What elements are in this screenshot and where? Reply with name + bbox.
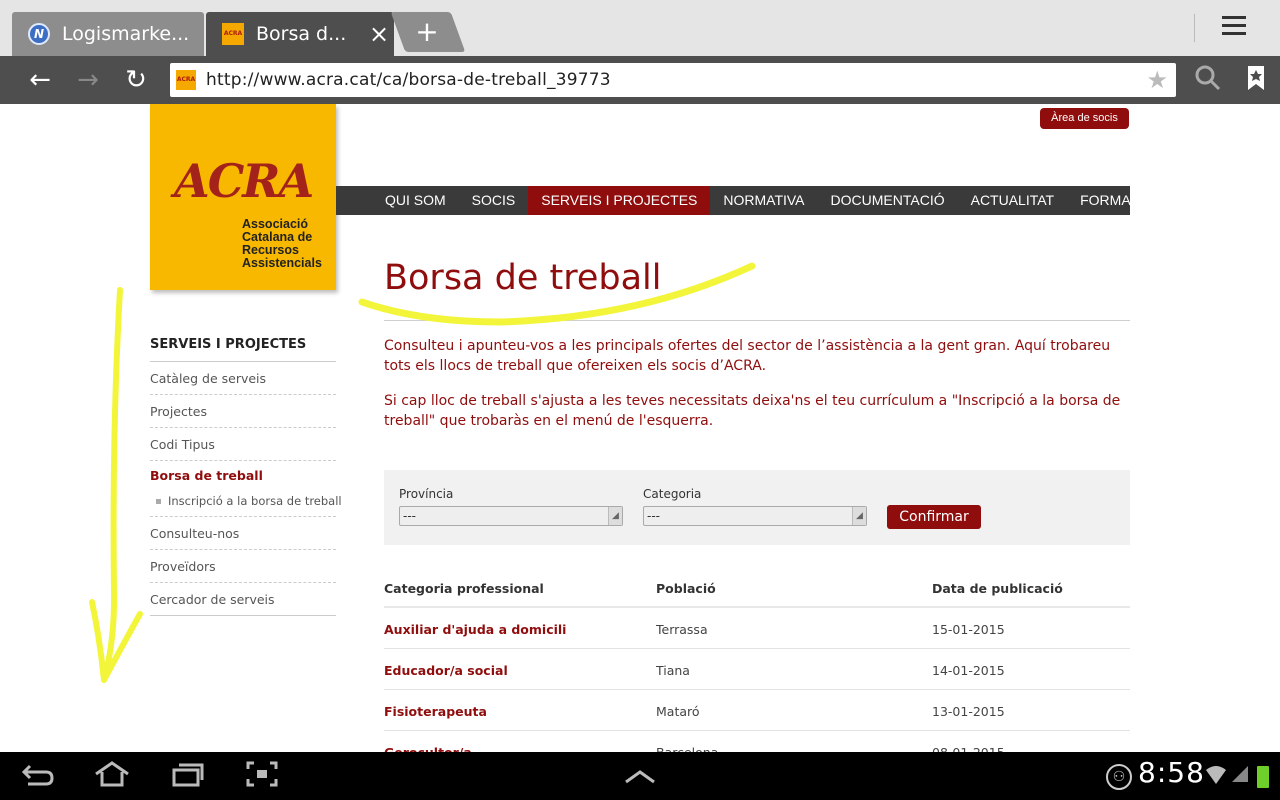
- divider: [384, 320, 1130, 321]
- job-link[interactable]: Educador/a social: [384, 649, 508, 693]
- close-tab-icon[interactable]: ×: [364, 20, 394, 48]
- column-header: Població: [656, 581, 716, 596]
- recent-apps-icon[interactable]: [168, 760, 208, 792]
- job-date: 14-01-2015: [932, 663, 1005, 678]
- signal-icon: [1230, 764, 1250, 784]
- categoria-label: Categoria: [643, 487, 702, 501]
- divider: [1194, 14, 1195, 42]
- web-page: ACRA Associació Catalana de Recursos Ass…: [0, 104, 1280, 752]
- job-town: Barcelona: [656, 731, 718, 752]
- logo-word: ACRA: [174, 154, 314, 208]
- plus-icon: +: [415, 15, 439, 48]
- cv-paragraph: Si cap lloc de treball s'ajusta a les te…: [384, 393, 1121, 429]
- filter-panel: Província --- ◢ Categoria --- ◢ Confirma…: [384, 470, 1130, 545]
- battery-icon: [1257, 766, 1269, 788]
- tab-borsa[interactable]: ACRA Borsa d... ×: [206, 12, 394, 56]
- table-row: Fisioterapeuta Mataró 13-01-2015: [384, 690, 1130, 731]
- bookmarks-icon[interactable]: [1240, 64, 1272, 96]
- reload-icon[interactable]: ↻: [120, 64, 152, 96]
- job-date: 15-01-2015: [932, 622, 1005, 637]
- chevron-up-icon[interactable]: [620, 760, 660, 792]
- job-town: Tiana: [656, 663, 690, 678]
- area-socis-button[interactable]: Àrea de socis: [1040, 108, 1129, 129]
- sidebar-item-consulteu[interactable]: Consulteu-nos: [150, 517, 336, 550]
- sidebar-item-proveidors[interactable]: Proveïdors: [150, 550, 336, 583]
- home-icon[interactable]: [92, 760, 132, 792]
- sidebar-item-borsa[interactable]: Borsa de treball: [150, 461, 336, 489]
- nav-documentacio[interactable]: DOCUMENTACIÓ: [818, 186, 958, 215]
- clock: 8:58: [1138, 756, 1205, 789]
- job-town: Mataró: [656, 704, 700, 719]
- wifi-icon: [1204, 762, 1228, 786]
- nav-qui-som[interactable]: QUI SOM: [372, 186, 459, 215]
- job-date: 13-01-2015: [932, 704, 1005, 719]
- column-header: Data de publicació: [932, 581, 1063, 596]
- sidebar-item-projectes[interactable]: Projectes: [150, 395, 336, 428]
- acra-favicon-icon: ACRA: [176, 70, 196, 90]
- confirm-button[interactable]: Confirmar: [887, 505, 981, 529]
- back-icon[interactable]: [18, 760, 58, 792]
- nav-normativa[interactable]: NORMATIVA: [710, 186, 817, 215]
- acra-logo[interactable]: ACRA Associació Catalana de Recursos Ass…: [150, 104, 336, 290]
- screenshot-icon[interactable]: [242, 760, 282, 792]
- chevron-down-icon: ◢: [608, 507, 622, 525]
- job-town: Terrassa: [656, 622, 708, 637]
- browser-toolbar: ← → ↻ ACRA http://www.acra.cat/ca/borsa-…: [0, 56, 1280, 104]
- chevron-down-icon: ◢: [852, 507, 866, 525]
- sidebar: SERVEIS I PROJECTES Catàleg de serveis P…: [150, 328, 342, 616]
- system-bar: ⚇ 8:58: [0, 752, 1280, 800]
- tab-logismarket[interactable]: N Logismarke...: [12, 12, 204, 56]
- nav-socis[interactable]: SOCIS: [459, 186, 529, 215]
- jobs-table: Categoria professional Població Data de …: [384, 570, 1130, 752]
- logismarket-favicon-icon: N: [28, 23, 50, 45]
- job-link[interactable]: Gerocultor/a: [384, 731, 472, 752]
- tab-strip: N Logismarke... ACRA Borsa d... × +: [0, 0, 1280, 56]
- tab-title: Borsa d...: [256, 23, 347, 45]
- star-icon[interactable]: ★: [1146, 66, 1168, 94]
- nav-serveis-projectes[interactable]: SERVEIS I PROJECTES: [528, 186, 711, 215]
- sidebar-item-cercador[interactable]: Cercador de serveis: [150, 583, 336, 616]
- job-date: 08-01-2015: [932, 731, 1005, 752]
- back-arrow-icon[interactable]: ←: [24, 64, 56, 96]
- intro-paragraph: Consulteu i apunteu-vos a les principals…: [384, 338, 1111, 374]
- menu-icon[interactable]: [1222, 16, 1256, 42]
- search-icon[interactable]: [1192, 64, 1224, 96]
- table-header: Categoria professional Població Data de …: [384, 570, 1130, 608]
- url-text[interactable]: http://www.acra.cat/ca/borsa-de-treball_…: [206, 63, 611, 97]
- logo-subtitle: Associació Catalana de Recursos Assisten…: [242, 217, 322, 270]
- sidebar-item-cataleg[interactable]: Catàleg de serveis: [150, 362, 336, 395]
- forward-arrow-icon[interactable]: →: [72, 64, 104, 96]
- job-link[interactable]: Auxiliar d'ajuda a domicili: [384, 608, 566, 652]
- provincia-select[interactable]: --- ◢: [399, 506, 623, 526]
- nav-actualitat[interactable]: ACTUALITAT: [958, 186, 1068, 215]
- tab-title: Logismarke...: [62, 23, 190, 45]
- table-row: Auxiliar d'ajuda a domicili Terrassa 15-…: [384, 608, 1130, 649]
- column-header: Categoria professional: [384, 581, 544, 596]
- nav-formacio[interactable]: FORMACIÓ: [1067, 186, 1168, 215]
- sidebar-subitem-inscripcio[interactable]: Inscripció a la borsa de treball: [150, 489, 342, 517]
- sidebar-item-codi-tipus[interactable]: Codi Tipus: [150, 428, 336, 461]
- address-bar[interactable]: ACRA http://www.acra.cat/ca/borsa-de-tre…: [170, 63, 1176, 97]
- categoria-select[interactable]: --- ◢: [643, 506, 867, 526]
- page-title: Borsa de treball: [384, 258, 662, 298]
- table-row: Educador/a social Tiana 14-01-2015: [384, 649, 1130, 690]
- table-row: Gerocultor/a Barcelona 08-01-2015: [384, 731, 1130, 752]
- provincia-label: Província: [399, 487, 454, 501]
- acra-favicon-icon: ACRA: [222, 23, 244, 45]
- main-nav: QUI SOM SOCIS SERVEIS I PROJECTES NORMAT…: [336, 186, 1156, 215]
- job-link[interactable]: Fisioterapeuta: [384, 690, 487, 734]
- usb-debug-icon: ⚇: [1106, 764, 1132, 790]
- sidebar-title: SERVEIS I PROJECTES: [150, 328, 336, 362]
